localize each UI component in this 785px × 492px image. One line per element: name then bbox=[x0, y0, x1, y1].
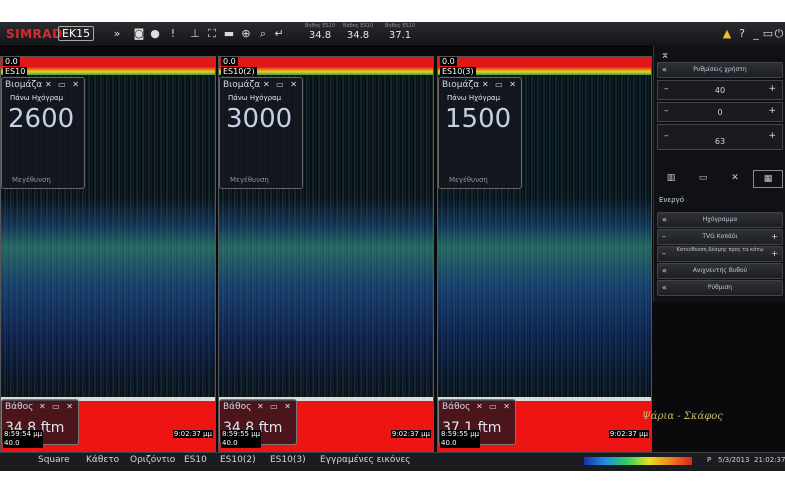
channel-name: ES10(3) bbox=[440, 67, 476, 76]
increase-button[interactable]: + bbox=[768, 84, 776, 94]
warning-icon[interactable]: ▲ bbox=[720, 27, 734, 41]
overlay-controls-icon[interactable]: ✕ ▭ ✕ bbox=[476, 402, 512, 411]
simrad-logo: SIMRAD bbox=[6, 27, 63, 41]
side-panel: ⌅ «Ρυθμίσεις χρήστη – 40 + – 0 + – 63 + … bbox=[653, 46, 785, 302]
search-icon[interactable]: ⌕ bbox=[256, 27, 270, 41]
tab-es10[interactable]: ES10 bbox=[184, 455, 207, 465]
biomass-value: 3000 bbox=[226, 104, 293, 134]
menu-chevron-icon[interactable]: » bbox=[110, 27, 124, 41]
status-date: 5/3/2013 bbox=[718, 456, 750, 464]
status-bar: Square Κάθετο Οριζόντιο ES10 ES10(2) ES1… bbox=[0, 452, 785, 471]
menu-echogram[interactable]: «Ηχόγραμμα bbox=[657, 212, 783, 228]
top-toolbar: SIMRAD EK15 » ◙ ● ! ⊥ ⛶ ▬ ⊕ ⌕ ↵ Βάθος ES… bbox=[0, 22, 785, 47]
biomass-overlay[interactable]: Βιομάζα ✕ ▭ ✕ Πάνω Ηχόγραμ 1500 Μεγέθυνσ… bbox=[438, 77, 522, 189]
time-end: 9:02:37 μμ bbox=[390, 430, 431, 438]
offset-stepper[interactable]: – 0 + bbox=[657, 102, 783, 122]
increase-button[interactable]: + bbox=[768, 131, 776, 141]
range-top: 0.0 bbox=[3, 57, 20, 66]
time-end: 9:02:37 μμ bbox=[608, 430, 649, 438]
tab-vertical[interactable]: Κάθετο bbox=[86, 455, 119, 465]
back-arrow-icon[interactable]: ↵ bbox=[272, 27, 286, 41]
target-icon[interactable]: ⊕ bbox=[239, 27, 253, 41]
channel-name: ES10 bbox=[3, 67, 28, 76]
time-start: 8:59:55 μμ 40.0 bbox=[221, 430, 262, 448]
biomass-overlay[interactable]: Βιομάζα ✕ ▭ ✕ Πάνω Ηχόγραμ 2600 Μεγέθυνσ… bbox=[1, 77, 85, 189]
time-start: 8:59:55 μμ 40.0 bbox=[440, 430, 481, 448]
range-top: 0.0 bbox=[440, 57, 457, 66]
overlay-controls-icon[interactable]: ✕ ▭ ✕ bbox=[257, 402, 293, 411]
echogram-panel-1[interactable]: 0.0 ES10 Βιομάζα ✕ ▭ ✕ Πάνω Ηχόγραμ 2600… bbox=[0, 56, 216, 454]
camera-icon[interactable]: ◙ bbox=[132, 27, 146, 41]
color-scale-icon[interactable]: ▬ bbox=[222, 27, 236, 41]
section-active: Ενεργό bbox=[659, 196, 684, 204]
status-time: 21:02:37 bbox=[754, 456, 785, 464]
p-indicator: P bbox=[707, 456, 712, 464]
overlay-controls-icon[interactable]: ✕ ▭ ✕ bbox=[45, 80, 81, 89]
depth-readout-2: Βάθος ES10 34.8 bbox=[342, 23, 374, 41]
menu-bottom-detector[interactable]: «Ανιχνευτής Βυθού bbox=[657, 263, 783, 279]
overlay-controls-icon[interactable]: ✕ ▭ ✕ bbox=[39, 402, 75, 411]
biomass-value: 1500 bbox=[445, 104, 512, 134]
tab-es10-2[interactable]: ES10(2) bbox=[220, 455, 256, 465]
tab-display-icon[interactable]: ▭ bbox=[689, 170, 717, 186]
alert-icon[interactable]: ! bbox=[166, 27, 180, 41]
overlay-controls-icon[interactable]: ✕ ▭ ✕ bbox=[482, 80, 518, 89]
tab-tools-icon[interactable]: ✕ bbox=[721, 170, 749, 186]
gain-stepper[interactable]: – 40 + bbox=[657, 80, 783, 100]
power-icon[interactable]: ⏻ bbox=[772, 27, 785, 41]
channel-name: ES10(2) bbox=[221, 67, 257, 76]
menu-tvg[interactable]: – TVG Κοπάδι + bbox=[657, 229, 783, 245]
menu-beam-direction[interactable]: – Κατεύθυνση Δέσμης προς τα κάτω + bbox=[657, 246, 783, 262]
biomass-value: 2600 bbox=[8, 104, 75, 134]
record-icon[interactable]: ● bbox=[148, 27, 162, 41]
handwritten-annotation: Ψάρια - Σκάφος bbox=[642, 411, 723, 422]
tab-layout-icon[interactable]: ▦ bbox=[753, 170, 783, 188]
echogram-panel-2[interactable]: 0.0 ES10(2) Βιομάζα ✕ ▭ ✕ Πάνω Ηχόγραμ 3… bbox=[218, 56, 434, 454]
echosounder-app: SIMRAD EK15 » ◙ ● ! ⊥ ⛶ ▬ ⊕ ⌕ ↵ Βάθος ES… bbox=[0, 22, 785, 471]
help-icon[interactable]: ? bbox=[735, 27, 749, 41]
overlay-controls-icon[interactable]: ✕ ▭ ✕ bbox=[263, 80, 299, 89]
biomass-overlay[interactable]: Βιομάζα ✕ ▭ ✕ Πάνω Ηχόγραμ 3000 Μεγέθυνσ… bbox=[219, 77, 303, 189]
echogram-panel-3[interactable]: 0.0 ES10(3) Βιομάζα ✕ ▭ ✕ Πάνω Ηχόγραμ 1… bbox=[437, 56, 652, 454]
tab-es10-3[interactable]: ES10(3) bbox=[270, 455, 306, 465]
tab-horizontal[interactable]: Οριζόντιο bbox=[130, 455, 175, 465]
range-top: 0.0 bbox=[221, 57, 238, 66]
time-end: 9:02:37 μμ bbox=[172, 430, 213, 438]
depth-readout-3: Βάθος ES10 37.1 bbox=[384, 23, 416, 41]
model-badge: EK15 bbox=[58, 26, 95, 41]
time-start: 8:59:54 μμ 40.0 bbox=[3, 430, 44, 448]
color-scale bbox=[584, 457, 692, 465]
magnify-label[interactable]: Μεγέθυνση bbox=[449, 176, 488, 184]
menu-setup[interactable]: «Ρύθμιση bbox=[657, 280, 783, 296]
tab-recorded-images[interactable]: Εγγραμένες εικόνες bbox=[320, 455, 411, 465]
transducer-icon[interactable]: ⊥ bbox=[188, 27, 202, 41]
settings-tabs: ▥ ▭ ✕ ▦ bbox=[657, 170, 783, 188]
tab-echogram-icon[interactable]: ▥ bbox=[657, 170, 685, 186]
range-stepper[interactable]: – 63 + bbox=[657, 124, 783, 150]
pin-icon[interactable]: ⌅ bbox=[658, 48, 672, 62]
magnify-label[interactable]: Μεγέθυνση bbox=[12, 176, 51, 184]
user-settings-header[interactable]: «Ρυθμίσεις χρήστη bbox=[657, 62, 783, 78]
tab-square[interactable]: Square bbox=[38, 455, 70, 465]
increase-button[interactable]: + bbox=[768, 106, 776, 116]
magnify-label[interactable]: Μεγέθυνση bbox=[230, 176, 269, 184]
zoom-area-icon[interactable]: ⛶ bbox=[205, 27, 219, 41]
